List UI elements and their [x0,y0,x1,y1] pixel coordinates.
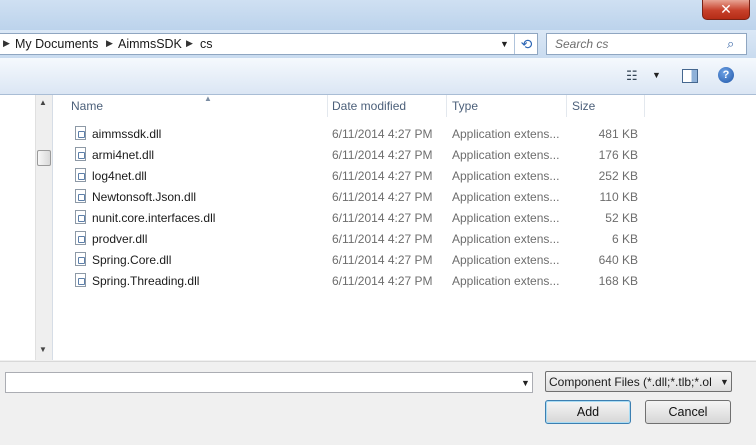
scroll-thumb[interactable] [37,150,51,166]
column-header-size[interactable]: Size [567,95,645,117]
file-name: armi4net.dll [92,148,155,162]
cancel-button[interactable]: Cancel [645,400,731,424]
file-size: 481 KB [598,127,638,141]
file-size: 176 KB [598,148,638,162]
file-type: Application extens... [452,190,560,204]
file-size: 640 KB [598,253,638,267]
file-row[interactable]: log4net.dll 6/11/2014 4:27 PM Applicatio… [53,166,693,187]
add-button[interactable]: Add [545,400,631,424]
column-label-size: Size [572,99,596,113]
breadcrumb-cs[interactable]: cs [200,37,213,51]
column-label-type: Type [452,99,479,113]
file-name: aimmssdk.dll [92,127,162,141]
column-header-type[interactable]: Type [447,95,567,117]
chevron-right-icon[interactable]: ▶ [3,38,10,49]
dll-file-icon [75,210,86,224]
file-type-filter-select[interactable]: Component Files (*.dll;*.tlb;*.ol ▼ [545,371,732,392]
file-name: Spring.Core.dll [92,253,172,267]
chevron-down-icon[interactable]: ▼ [720,377,729,387]
column-label-name: Name [71,99,104,113]
title-bar: ✕ [0,0,756,30]
column-header-name[interactable]: Name ▲ [66,94,328,117]
file-name: nunit.core.interfaces.dll [92,211,216,225]
file-type: Application extens... [452,127,560,141]
file-type: Application extens... [452,148,560,162]
help-icon[interactable]: ? [718,67,734,83]
file-size: 168 KB [598,274,638,288]
file-date: 6/11/2014 4:27 PM [332,148,433,162]
file-type-filter-value: Component Files (*.dll;*.tlb;*.ol [549,375,712,389]
dll-file-icon [75,231,86,245]
file-date: 6/11/2014 4:27 PM [332,274,433,288]
column-header-date[interactable]: Date modified [327,95,447,117]
file-type: Application extens... [452,274,560,288]
toolbar: ☷ ▼ ? [0,58,756,95]
nav-scrollbar[interactable]: ▲ ▼ [35,95,52,360]
sort-ascending-icon: ▲ [204,94,212,103]
search-icon[interactable]: ⌕ [727,36,734,52]
address-bar[interactable]: ▶ My Documents ▶ AimmsSDK ▶ cs ▼ ⟲ [0,33,538,55]
file-row[interactable]: Spring.Core.dll 6/11/2014 4:27 PM Applic… [53,250,693,271]
chevron-down-icon[interactable]: ▼ [521,378,530,388]
dialog-footer: ▼ Component Files (*.dll;*.tlb;*.ol ▼ Ad… [0,361,756,445]
search-input[interactable]: Search cs ⌕ [546,33,747,55]
chevron-down-icon[interactable]: ▼ [500,39,509,49]
file-type: Application extens... [452,169,560,183]
file-date: 6/11/2014 4:27 PM [332,169,433,183]
address-row: ▶ My Documents ▶ AimmsSDK ▶ cs ▼ ⟲ Searc… [0,30,756,58]
search-placeholder: Search cs [555,37,609,51]
breadcrumb-aimmssdk[interactable]: AimmsSDK [118,37,182,51]
file-name: Newtonsoft.Json.dll [92,190,197,204]
file-size: 52 KB [605,211,638,225]
dll-file-icon [75,126,86,140]
file-name: Spring.Threading.dll [92,274,200,288]
column-headers: Name ▲ Date modified Type Size [53,94,756,117]
file-size: 252 KB [598,169,638,183]
dll-file-icon [75,168,86,182]
file-size: 6 KB [611,232,638,246]
view-details-icon[interactable]: ☷ [626,68,638,84]
file-name-combobox[interactable]: ▼ [5,372,533,393]
chevron-right-icon[interactable]: ▶ [186,38,193,49]
file-row[interactable]: prodver.dll 6/11/2014 4:27 PM Applicatio… [53,229,693,250]
scroll-up-icon[interactable]: ▲ [39,98,47,107]
chevron-down-icon[interactable]: ▼ [652,70,661,80]
dll-file-icon [75,189,86,203]
preview-pane-icon[interactable] [682,69,698,83]
close-button[interactable]: ✕ [702,0,750,20]
file-list: Name ▲ Date modified Type Size aimmssdk.… [53,94,756,360]
file-name: log4net.dll [92,169,147,183]
file-date: 6/11/2014 4:27 PM [332,253,433,267]
file-row[interactable]: aimmssdk.dll 6/11/2014 4:27 PM Applicati… [53,124,693,145]
refresh-icon[interactable]: ⟲ [514,34,538,54]
file-date: 6/11/2014 4:27 PM [332,232,433,246]
file-type: Application extens... [452,253,560,267]
breadcrumb-my-documents[interactable]: My Documents [15,37,98,51]
file-name: prodver.dll [92,232,148,246]
dll-file-icon [75,252,86,266]
file-row[interactable]: nunit.core.interfaces.dll 6/11/2014 4:27… [53,208,693,229]
column-label-date: Date modified [332,99,407,113]
file-date: 6/11/2014 4:27 PM [332,127,433,141]
chevron-right-icon[interactable]: ▶ [106,38,113,49]
file-date: 6/11/2014 4:27 PM [332,211,433,225]
dll-file-icon [75,273,86,287]
scroll-down-icon[interactable]: ▼ [39,345,47,354]
file-row[interactable]: armi4net.dll 6/11/2014 4:27 PM Applicati… [53,145,693,166]
file-type: Application extens... [452,232,560,246]
file-row[interactable]: Newtonsoft.Json.dll 6/11/2014 4:27 PM Ap… [53,187,693,208]
file-date: 6/11/2014 4:27 PM [332,190,433,204]
file-type: Application extens... [452,211,560,225]
dll-file-icon [75,147,86,161]
file-row[interactable]: Spring.Threading.dll 6/11/2014 4:27 PM A… [53,271,693,292]
file-size: 110 KB [599,190,638,204]
